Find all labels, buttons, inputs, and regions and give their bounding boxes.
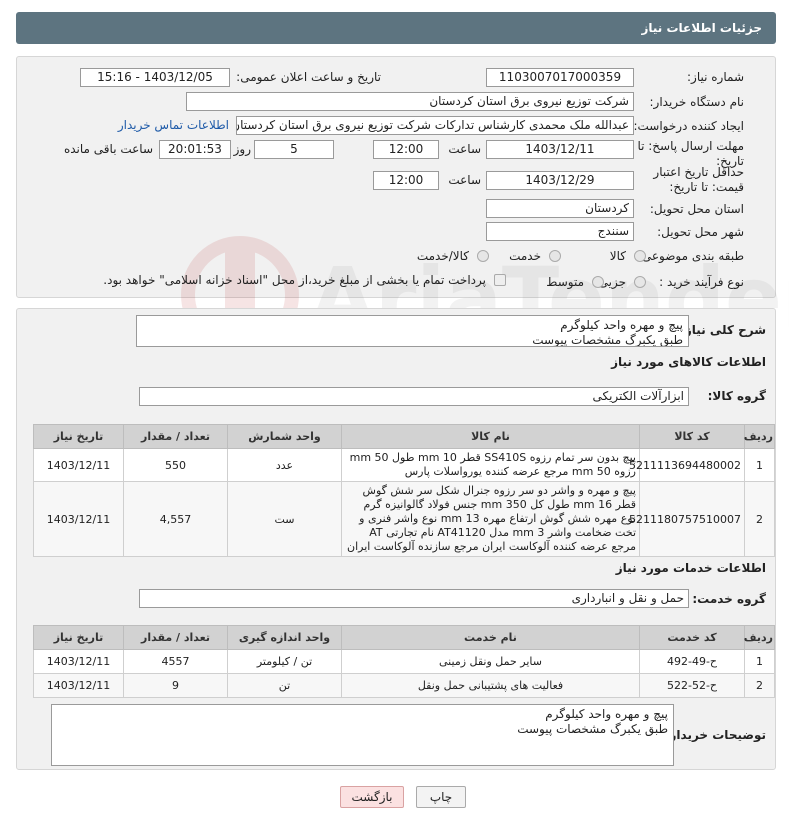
price-validity-label: حداقل تاریخ اعتبار قیمت: تا تاریخ:: [653, 165, 744, 194]
cell-date: 1403/12/11: [33, 448, 124, 482]
cell-qty: 9: [123, 673, 228, 698]
treasury-checkbox[interactable]: [494, 274, 506, 286]
buyer-org-label: نام دستگاه خریدار:: [649, 95, 745, 109]
validity-date-field: 1403/12/29: [486, 171, 634, 190]
reply-time-label: ساعت: [448, 142, 481, 156]
general-desc-textarea[interactable]: پیچ و مهره واحد کیلوگرم طبق یکبرگ مشخصات…: [136, 315, 689, 347]
cell-row: 2: [744, 673, 775, 698]
page-header: جزئیات اطلاعات نیاز: [16, 12, 776, 44]
buyer-contact-link[interactable]: اطلاعات تماس خریدار: [118, 118, 229, 132]
col-qty: تعداد / مقدار: [123, 625, 228, 650]
service-group-label: گروه خدمت:: [692, 592, 766, 606]
cell-unit: تن: [227, 673, 342, 698]
cell-qty: 4557: [123, 649, 228, 674]
table-row[interactable]: 2 ح-52-522 فعالیت های پشتیبانی حمل ونقل …: [33, 673, 775, 698]
cell-code: ح-49-492: [639, 649, 745, 674]
delivery-city-label: شهر محل تحویل:: [657, 225, 744, 239]
announce-datetime-field: 1403/12/05 - 15:16: [80, 68, 230, 87]
remaining-time-field: 20:01:53: [159, 140, 231, 159]
col-date: تاریخ نیاز: [33, 424, 124, 449]
need-number-field: 1103007017000359: [486, 68, 634, 87]
cell-row: 1: [744, 649, 775, 674]
cell-date: 1403/12/11: [33, 649, 124, 674]
requester-label: ایجاد کننده درخواست:: [633, 119, 744, 133]
category-goods-radio[interactable]: [634, 250, 646, 262]
table-row[interactable]: 1 5211113694480002 پیچ بدون سر تمام رزوه…: [33, 448, 775, 482]
validity-time-field: 12:00: [373, 171, 439, 190]
announce-datetime-label: تاریخ و ساعت اعلان عمومی:: [236, 70, 381, 84]
category-option-service: خدمت: [509, 249, 541, 263]
category-service-radio[interactable]: [549, 250, 561, 262]
back-button[interactable]: بازگشت: [340, 786, 404, 808]
goods-table-header: ردیف کد کالا نام کالا واحد شمارش تعداد /…: [33, 424, 775, 449]
page-title: جزئیات اطلاعات نیاز: [641, 21, 762, 35]
city-field: سنندج: [486, 222, 634, 241]
goods-info-title: اطلاعات کالاهای مورد نیاز: [611, 355, 766, 369]
purchase-medium-radio[interactable]: [592, 276, 604, 288]
services-info-title: اطلاعات خدمات مورد نیاز: [615, 561, 766, 575]
cell-date: 1403/12/11: [33, 481, 124, 557]
buyer-org-field: شرکت توزیع نیروی برق استان کردستان: [186, 92, 634, 111]
goods-table: ردیف کد کالا نام کالا واحد شمارش تعداد /…: [33, 424, 775, 557]
category-label: طبقه بندی موضوعی:: [637, 249, 744, 263]
cell-qty: 550: [123, 448, 228, 482]
reply-time-field: 12:00: [373, 140, 439, 159]
cell-date: 1403/12/11: [33, 673, 124, 698]
cell-name: فعالیت های پشتیبانی حمل ونقل: [341, 673, 640, 698]
col-row: ردیف: [744, 625, 775, 650]
cell-row: 2: [744, 481, 775, 557]
cell-row: 1: [744, 448, 775, 482]
services-table: ردیف کد خدمت نام خدمت واحد اندازه گیری ت…: [33, 625, 775, 698]
cell-name: سایر حمل ونقل زمینی: [341, 649, 640, 674]
buyer-notes-textarea[interactable]: پیچ و مهره واحد کیلوگرم طبق یکبرگ مشخصات…: [51, 704, 674, 766]
col-name: نام کالا: [341, 424, 640, 449]
col-unit: واحد شمارش: [227, 424, 342, 449]
col-qty: تعداد / مقدار: [123, 424, 228, 449]
purchase-minor-radio[interactable]: [634, 276, 646, 288]
col-row: ردیف: [744, 424, 775, 449]
goods-group-label: گروه کالا:: [707, 389, 766, 403]
requester-field: عبدالله ملک محمدی کارشناس تدارکات شرکت ت…: [236, 116, 634, 135]
table-row[interactable]: 1 ح-49-492 سایر حمل ونقل زمینی تن / کیلو…: [33, 649, 775, 674]
reply-date-field: 1403/12/11: [486, 140, 634, 159]
general-desc-label: شرح کلی نیاز:: [680, 323, 766, 337]
print-button[interactable]: چاپ: [416, 786, 466, 808]
service-group-field: حمل و نقل و انبارداری: [139, 589, 689, 608]
validity-time-label: ساعت: [448, 173, 481, 187]
cell-code: ح-52-522: [639, 673, 745, 698]
table-row[interactable]: 2 5211180757510007 پیچ و مهره و واشر دو …: [33, 481, 775, 557]
category-option-both: کالا/خدمت: [416, 249, 469, 263]
goods-group-field: ابزارآلات الکتریکی: [139, 387, 689, 406]
need-number-label: شماره نیاز:: [687, 70, 744, 84]
purchase-type-label: نوع فرآیند خرید :: [659, 275, 744, 289]
buyer-notes-label: توضیحات خریدار:: [664, 728, 766, 742]
category-both-radio[interactable]: [477, 250, 489, 262]
cell-code: 5211180757510007: [629, 481, 745, 557]
treasury-note: پرداخت تمام یا بخشی از مبلغ خرید،از محل …: [103, 273, 486, 287]
delivery-province-label: استان محل تحویل:: [649, 202, 744, 216]
col-code: کد کالا: [639, 424, 745, 449]
cell-unit: تن / کیلومتر: [227, 649, 342, 674]
cell-unit: عدد: [227, 448, 342, 482]
reply-days-field: 5: [254, 140, 334, 159]
category-option-goods: کالا: [609, 249, 626, 263]
col-unit: واحد اندازه گیری: [227, 625, 342, 650]
col-date: تاریخ نیاز: [33, 625, 124, 650]
purchase-option-medium: متوسط: [546, 275, 584, 289]
col-code: کد خدمت: [639, 625, 745, 650]
hours-left-label: ساعت باقی مانده: [63, 142, 153, 156]
cell-qty: 4,557: [123, 481, 228, 557]
services-table-header: ردیف کد خدمت نام خدمت واحد اندازه گیری ت…: [33, 625, 775, 650]
province-field: کردستان: [486, 199, 634, 218]
col-name: نام خدمت: [341, 625, 640, 650]
cell-unit: ست: [227, 481, 342, 557]
cell-name: پیچ و مهره و واشر دو سر رزوه جنرال شکل س…: [341, 481, 640, 557]
cell-name: پیچ بدون سر تمام رزوه SS410S قطر 10 mm ط…: [341, 448, 640, 482]
cell-code: 5211113694480002: [629, 448, 745, 482]
